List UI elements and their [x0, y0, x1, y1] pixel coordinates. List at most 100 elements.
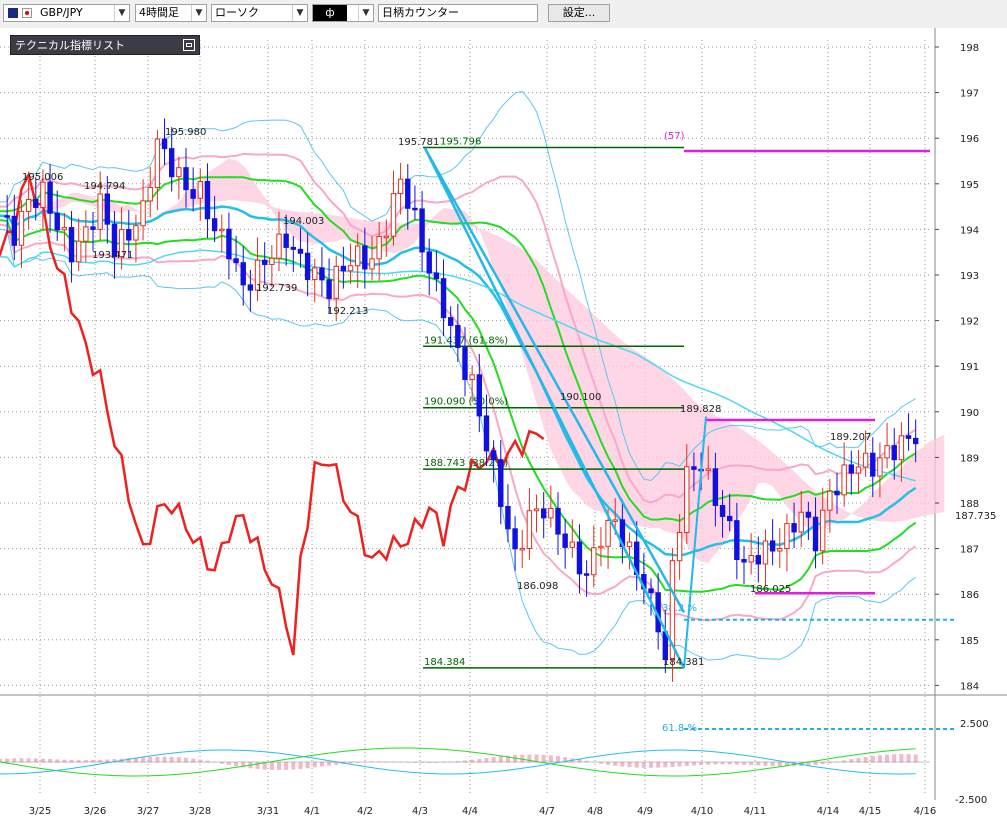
candle-body: [555, 507, 561, 535]
restore-icon[interactable]: [183, 39, 195, 51]
candle-body: [512, 528, 518, 550]
date-label: 4/15: [859, 806, 881, 817]
chevron-down-icon[interactable]: ▼: [191, 5, 206, 21]
price-tick-label: 189: [960, 453, 979, 464]
candle-body: [612, 519, 618, 522]
candle-body: [154, 138, 161, 188]
toolbar: GBP/JPY ▼ 4時間足 ▼ ローソク ▼ ф ▼ 日柄カウンター 設定..…: [0, 0, 1007, 29]
candle-body: [490, 450, 497, 461]
candle-body: [855, 466, 862, 474]
candle-body: [340, 265, 347, 272]
price-annotation: 186.098: [517, 581, 558, 592]
candle-body: [777, 547, 783, 552]
candle-body: [598, 545, 604, 549]
counter-field[interactable]: 日柄カウンター: [378, 4, 538, 22]
price-annotation: 195.006: [22, 172, 63, 183]
price-annotation: 189.828: [680, 404, 721, 415]
chart-style-label: ローソク: [215, 6, 259, 19]
candle-body: [147, 186, 153, 202]
chevron-down-icon[interactable]: ▼: [358, 5, 373, 21]
candle-body: [197, 181, 204, 199]
settings-button[interactable]: 設定...: [548, 4, 610, 22]
candle-body: [540, 508, 547, 519]
candle-body: [712, 468, 719, 506]
osc-bar: [606, 762, 611, 765]
candle-body: [397, 178, 404, 195]
draw-tool-select[interactable]: ф ▼: [312, 4, 374, 22]
candle-body: [40, 181, 46, 208]
candle-body: [333, 265, 339, 299]
price-chart[interactable]: 195.796191.437 (61.8%)190.090 (50.0%)188…: [0, 28, 1007, 821]
candle-body: [748, 555, 754, 563]
osc-bar: [498, 756, 503, 763]
candle-body: [433, 272, 440, 280]
candle-body: [269, 257, 275, 265]
price-annotation: 194.003: [283, 216, 324, 227]
candle-body: [898, 435, 905, 461]
candle-body: [684, 466, 690, 533]
price-tick-label: 196: [960, 134, 979, 145]
price-tick-label: 191: [960, 362, 979, 373]
candle-body: [319, 267, 325, 281]
date-label: 4/4: [462, 806, 478, 817]
osc-bar: [734, 762, 739, 765]
osc-bar: [284, 762, 289, 770]
osc-bar: [155, 756, 160, 763]
price-tick-label: 193: [960, 271, 979, 282]
price-tick-label: 190: [960, 408, 979, 419]
symbol-select[interactable]: GBP/JPY ▼: [3, 4, 130, 22]
timeframe-label: 4時間足: [139, 6, 179, 19]
candle-body: [583, 573, 590, 576]
candle-body: [304, 252, 311, 281]
candle-body: [798, 511, 804, 533]
candle-body: [133, 225, 139, 241]
osc-bar: [813, 762, 818, 765]
candle-body: [211, 218, 218, 232]
osc-bar: [649, 762, 653, 768]
candle-body: [569, 541, 576, 548]
candle-body: [626, 541, 633, 548]
candle-body: [312, 267, 318, 281]
chevron-down-icon[interactable]: ▼: [292, 5, 307, 21]
price-annotation: 195.980: [165, 127, 206, 138]
candle-body: [47, 181, 53, 214]
date-label: 3/28: [189, 806, 211, 817]
osc-bar: [913, 754, 918, 763]
osc-bar: [906, 754, 911, 763]
osc-bar: [327, 762, 332, 766]
candle-body: [4, 215, 10, 218]
candle-body: [469, 374, 475, 380]
uk-flag-icon: [8, 8, 18, 18]
symbol-label: GBP/JPY: [40, 6, 83, 19]
candle-body: [834, 490, 840, 496]
indicator-list-panel[interactable]: テクニカル指標リスト: [10, 35, 200, 55]
price-tick-label: 185: [960, 636, 979, 647]
candle-body: [290, 246, 297, 250]
candle-body: [498, 459, 504, 507]
chart-style-select[interactable]: ローソク ▼: [211, 4, 308, 22]
timeframe-select[interactable]: 4時間足 ▼: [135, 4, 207, 22]
price-annotation: 190.100: [560, 392, 601, 403]
candle-body: [440, 278, 447, 319]
osc-bar: [319, 762, 324, 767]
candle-body: [376, 235, 382, 260]
candle-body: [25, 198, 32, 212]
candle-body: [705, 468, 711, 471]
candle-body: [419, 208, 425, 253]
candle-body: [390, 193, 397, 237]
osc-bar: [691, 762, 696, 766]
price-annotation: 184.381: [663, 657, 704, 668]
chevron-down-icon[interactable]: ▼: [114, 5, 129, 21]
candle-body: [562, 533, 568, 548]
candle-body: [533, 508, 540, 512]
price-tick-label: 186: [960, 590, 979, 601]
candle-body: [362, 245, 368, 270]
date-label: 4/1: [304, 806, 320, 817]
osc-bar: [527, 754, 532, 763]
osc-bar: [541, 754, 546, 763]
osc-bar: [641, 762, 646, 768]
candle-body: [455, 324, 461, 349]
date-label: 4/3: [412, 806, 428, 817]
candle-body: [891, 445, 897, 461]
osc-bar: [713, 762, 718, 765]
